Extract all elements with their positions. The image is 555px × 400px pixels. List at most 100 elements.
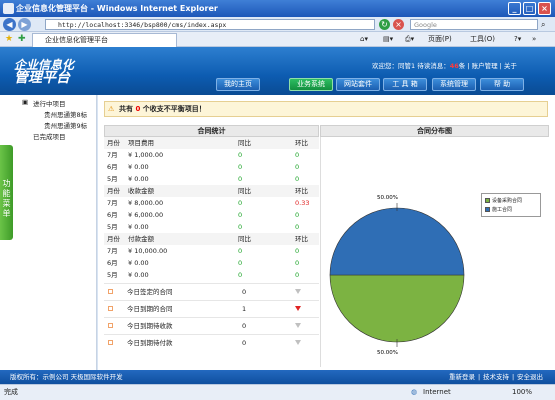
table-cell: 0 [238,151,243,159]
more-icon[interactable]: » [532,34,536,45]
today-row[interactable]: 今日到期待收款 0 [104,317,319,333]
print-icon[interactable]: ⎙▾ [405,34,414,45]
table-cell: 0 [238,175,243,183]
app-logo: 企业信息化 管理平台 [14,59,84,87]
tech-support-link[interactable]: 技术支持 [483,370,509,384]
browser-tab[interactable]: 企业信息化管理平台 [32,33,177,47]
search-icon[interactable]: ⌕ [541,20,545,30]
app-footer: 版权所有：示例公司 天极国际软件开发 重新登录 | 技术支持 | 安全退出 [0,370,555,384]
tab-bar: ★ ✚ 企业信息化管理平台 ⌂▾ ▤▾ ⎙▾ 页面(P) 工具(O) ?▾ » [0,32,555,47]
add-favorite-icon[interactable]: ✚ [18,34,26,44]
address-bar: ◀ ▶ http://localhost:3346/bsp800/cms/ind… [0,17,555,32]
function-menu-handle[interactable]: 功能菜单 [0,145,13,240]
table-row: 6月 ¥ 0.00 0 0 [104,257,319,269]
nav-tab-system[interactable]: 系统管理 [432,78,476,91]
trend-arrow-icon [295,323,301,328]
pie-chart: 50.00% 50.00% [329,195,465,356]
relogin-link[interactable]: 重新登录 [449,370,475,384]
table-cell: 0 [238,199,243,207]
trend-arrow-icon [295,289,301,294]
nav-tab-toolbox[interactable]: 工 具 箱 [383,78,427,91]
table-cell: 0 [238,247,243,255]
unread-count[interactable]: 46 [450,62,459,70]
table-cell: ¥ 0.00 [128,223,149,231]
tree-item-guizhou-8[interactable]: 贵州思通第8标 [44,109,87,119]
zoom-text[interactable]: 100% [512,385,532,400]
nav-tab-help[interactable]: 帮 助 [480,78,524,91]
function-menu-label: 功能菜单 [2,179,11,218]
refresh-icon[interactable]: ↻ [379,19,390,30]
trend-arrow-icon [295,340,301,345]
table-cell: 0 [295,223,300,231]
header-cell: 环比 [295,235,308,243]
table-cell: 6月 [107,211,118,219]
table-header-row: 月份 付款金额 同比 环比 [104,233,319,245]
maximize-button[interactable]: □ [523,2,536,15]
table-cell: ¥ 0.00 [128,259,149,267]
today-value: 1 [242,305,247,313]
welcome-text: 欢迎您：同管1 待读消息： [372,62,450,70]
today-label[interactable]: 今日到期待付款 [127,335,173,351]
table-cell: 7月 [107,247,118,255]
table-cell: 0 [238,259,243,267]
back-arrow-icon[interactable]: ◀ [3,18,16,31]
tree-item-in-progress[interactable]: 进行中项目 [33,98,66,108]
table-row: 5月 ¥ 0.00 0 0 [104,269,319,281]
table-cell: 0 [295,271,300,279]
bullet-icon [108,323,113,328]
stop-icon[interactable]: × [393,19,404,30]
page-menu[interactable]: 页面(P) [428,34,452,45]
help-icon[interactable]: ?▾ [514,34,521,45]
today-value: 0 [242,322,247,330]
table-cell: 0 [238,271,243,279]
table-header-row: 月份 项目费用 同比 环比 [104,137,319,149]
nav-tab-home[interactable]: 我的主页 [216,78,260,91]
today-row[interactable]: 今日到期的合同 1 [104,300,319,316]
account-link[interactable]: 账户管理 [472,62,498,70]
feeds-icon[interactable]: ▤▾ [383,34,393,45]
legend-label: 设备采购合同 [492,198,523,204]
nav-tab-website[interactable]: 网站套件 [336,78,380,91]
tree-item-guizhou-9[interactable]: 贵州思通第9标 [44,120,87,130]
trend-arrow-icon [295,306,301,311]
table-cell: 0 [238,223,243,231]
nav-tab-business[interactable]: 业务系统 [289,78,333,91]
tree-item-completed[interactable]: 已完成项目 [33,131,66,141]
table-cell: ¥ 8,000.00 [128,199,164,207]
today-label[interactable]: 今日到期的合同 [127,301,173,317]
header-cell: 同比 [238,139,251,147]
header-cell: 同比 [238,235,251,243]
today-row[interactable]: 今日到期待付款 0 [104,334,319,350]
header-cell: 项目费用 [128,139,154,147]
logout-link[interactable]: 安全退出 [517,370,543,384]
minimize-button[interactable]: _ [508,2,521,15]
chart-title: 合同分布图 [320,125,549,137]
table-cell: 6月 [107,259,118,267]
table-cell: ¥ 6,000.00 [128,211,164,219]
header-cell: 月份 [107,235,120,243]
legend-swatch [485,198,490,203]
today-label[interactable]: 今日到期待收款 [127,318,173,334]
table-cell: 0 [295,247,300,255]
header-cell: 月份 [107,139,120,147]
header-cell: 环比 [295,187,308,195]
legend-swatch [485,207,490,212]
search-input[interactable]: Google [410,19,538,30]
status-bar: 完成 ◍ Internet 100% [0,384,555,400]
table-cell: 6月 [107,163,118,171]
today-label[interactable]: 今日签定的合同 [127,284,173,300]
forward-arrow-icon[interactable]: ▶ [18,18,31,31]
table-cell: ¥ 1,000.00 [128,151,164,159]
home-icon[interactable]: ⌂▾ [360,34,368,45]
favorites-star-icon[interactable]: ★ [5,34,13,44]
table-cell: ¥ 10,000.00 [128,247,168,255]
url-input[interactable]: http://localhost:3346/bsp800/cms/index.a… [45,19,375,30]
today-row[interactable]: 今日签定的合同 0 [104,283,319,299]
pie-slice [329,274,465,343]
tools-menu[interactable]: 工具(O) [470,34,495,45]
copyright-text: 版权所有：示例公司 天极国际软件开发 [10,373,123,381]
about-link[interactable]: 关于 [504,62,517,70]
main-content: ⚠ 共有 0 个收支不平衡项目！ 合同统计 合同分布图 月份 项目费用 同比 环比 7月… [98,95,555,370]
table-cell: 5月 [107,271,118,279]
close-button[interactable]: × [538,2,551,15]
